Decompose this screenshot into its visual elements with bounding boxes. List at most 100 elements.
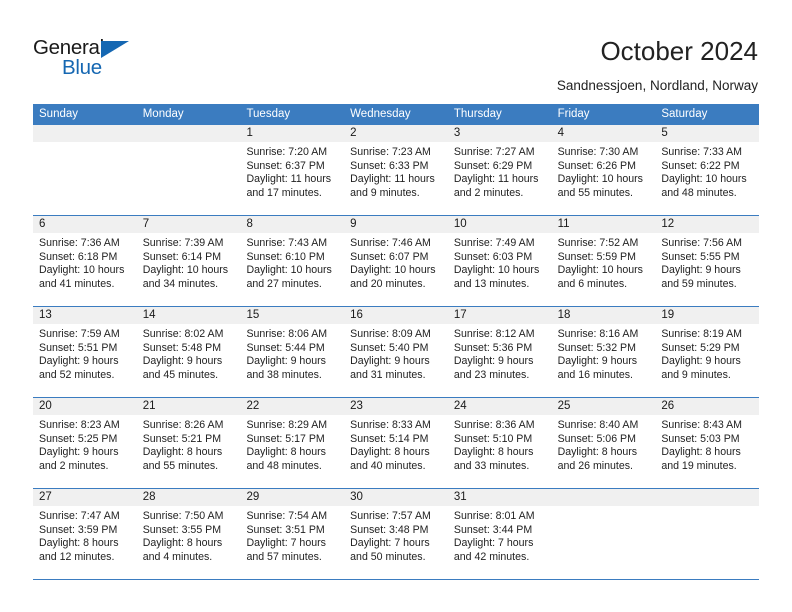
sunset-text: Sunset: 5:14 PM [350, 432, 429, 445]
day-cell[interactable]: Sunrise: 7:33 AM Sunset: 6:22 PM Daylight:… [655, 142, 759, 215]
day-cell[interactable]: Sunrise: 8:43 AM Sunset: 5:03 PM Daylight:… [655, 415, 759, 488]
day-cell[interactable]: Sunrise: 7:50 AM Sunset: 3:55 PM Daylight:… [137, 506, 241, 579]
sunrise-text: Sunrise: 7:57 AM [350, 510, 431, 522]
day-cell[interactable]: Sunrise: 8:12 AM Sunset: 5:36 PM Daylight:… [448, 324, 552, 397]
day-cell[interactable]: Sunrise: 7:36 AM Sunset: 6:18 PM Daylight:… [33, 233, 137, 306]
daylight-text: Daylight: 11 hours [453, 173, 539, 186]
daylight-text-cont: and 9 minutes. [661, 368, 731, 381]
day-cell[interactable]: Sunrise: 8:16 AM Sunset: 5:32 PM Daylight:… [552, 324, 656, 397]
day-number[interactable]: 1 [240, 125, 344, 142]
daylight-text-cont: and 40 minutes. [350, 459, 426, 472]
day-cell[interactable]: Sunrise: 8:36 AM Sunset: 5:10 PM Daylight:… [448, 415, 552, 488]
sunset-text: Sunset: 5:36 PM [453, 341, 533, 354]
day-cell[interactable]: Sunrise: 7:27 AM Sunset: 6:29 PM Daylight:… [448, 142, 552, 215]
day-cell[interactable]: Sunrise: 7:49 AM Sunset: 6:03 PM Daylight:… [448, 233, 552, 306]
day-number[interactable]: 4 [552, 125, 656, 142]
day-number[interactable]: 29 [240, 489, 344, 506]
day-number[interactable]: 10 [448, 216, 552, 233]
daylight-text: Daylight: 11 hours [350, 173, 435, 186]
day-number[interactable]: 8 [240, 216, 344, 233]
day-cell[interactable]: Sunrise: 8:29 AM Sunset: 5:17 PM Daylight:… [240, 415, 344, 488]
week-day-detail-row: Sunrise: 8:23 AM Sunset: 5:25 PM Daylight:… [33, 415, 759, 488]
sunset-text: Sunset: 3:48 PM [350, 523, 429, 536]
day-cell[interactable]: Sunrise: 8:33 AM Sunset: 5:14 PM Daylight:… [344, 415, 448, 488]
daylight-text-cont: and 52 minutes. [39, 368, 115, 381]
day-cell[interactable]: Sunrise: 8:06 AM Sunset: 5:44 PM Daylight:… [240, 324, 344, 397]
day-cell[interactable]: Sunrise: 7:47 AM Sunset: 3:59 PM Daylight:… [33, 506, 137, 579]
calendar-week-row: 1 2 3 4 5 Sunrise: 7:20 AM Sunset: 6:37 PM Dayl… [33, 125, 759, 216]
day-cell[interactable]: Sunrise: 7:54 AM Sunset: 3:51 PM Daylight:… [240, 506, 344, 579]
day-cell[interactable]: Sunrise: 7:56 AM Sunset: 5:55 PM Daylight:… [655, 233, 759, 306]
day-number[interactable]: 6 [33, 216, 137, 233]
daylight-text: Daylight: 9 hours [350, 355, 430, 368]
day-number[interactable]: 5 [655, 125, 759, 142]
day-number[interactable]: 14 [137, 307, 241, 324]
day-cell[interactable]: Sunrise: 7:46 AM Sunset: 6:07 PM Daylight:… [344, 233, 448, 306]
day-number[interactable]: 11 [552, 216, 656, 233]
day-number[interactable]: 30 [344, 489, 448, 506]
week-day-number-row: 6 7 8 9 10 11 12 [33, 216, 759, 233]
day-cell[interactable]: Sunrise: 7:43 AM Sunset: 6:10 PM Daylight:… [240, 233, 344, 306]
sunset-text: Sunset: 6:03 PM [453, 250, 533, 263]
day-cell-empty [655, 506, 759, 579]
day-number-empty [655, 489, 759, 506]
sunset-text: Sunset: 3:51 PM [246, 523, 325, 536]
day-number[interactable]: 20 [33, 398, 137, 415]
day-cell[interactable]: Sunrise: 8:01 AM Sunset: 3:44 PM Daylight:… [448, 506, 552, 579]
week-day-detail-row: Sunrise: 7:59 AM Sunset: 5:51 PM Daylight:… [33, 324, 759, 397]
day-number[interactable]: 25 [552, 398, 656, 415]
day-cell-empty [137, 142, 241, 215]
day-number[interactable]: 7 [137, 216, 241, 233]
sunset-text: Sunset: 5:32 PM [557, 341, 636, 354]
day-number[interactable]: 26 [655, 398, 759, 415]
daylight-text: Daylight: 7 hours [246, 537, 326, 550]
day-cell[interactable]: Sunrise: 7:52 AM Sunset: 5:59 PM Daylight:… [552, 233, 656, 306]
sunset-text: Sunset: 6:26 PM [557, 159, 636, 172]
day-number[interactable]: 2 [344, 125, 448, 142]
sunrise-text: Sunrise: 8:33 AM [350, 419, 431, 431]
day-number[interactable]: 3 [448, 125, 552, 142]
day-number[interactable]: 15 [240, 307, 344, 324]
day-number[interactable]: 28 [137, 489, 241, 506]
day-number[interactable]: 18 [552, 307, 656, 324]
day-cell[interactable]: Sunrise: 7:30 AM Sunset: 6:26 PM Daylight:… [552, 142, 656, 215]
day-cell[interactable]: Sunrise: 7:39 AM Sunset: 6:14 PM Daylight:… [137, 233, 241, 306]
sunrise-text: Sunrise: 8:12 AM [453, 328, 535, 340]
sunset-text: Sunset: 5:06 PM [557, 432, 636, 445]
day-number[interactable]: 17 [448, 307, 552, 324]
day-number[interactable]: 19 [655, 307, 759, 324]
daylight-text-cont: and 20 minutes. [350, 277, 426, 290]
day-cell[interactable]: Sunrise: 7:57 AM Sunset: 3:48 PM Daylight:… [344, 506, 448, 579]
sunrise-text: Sunrise: 8:09 AM [350, 328, 431, 340]
day-cell[interactable]: Sunrise: 7:59 AM Sunset: 5:51 PM Daylight:… [33, 324, 137, 397]
day-number[interactable]: 22 [240, 398, 344, 415]
day-number[interactable]: 23 [344, 398, 448, 415]
day-cell[interactable]: Sunrise: 8:23 AM Sunset: 5:25 PM Daylight:… [33, 415, 137, 488]
day-cell[interactable]: Sunrise: 8:40 AM Sunset: 5:06 PM Daylight:… [552, 415, 656, 488]
day-cell[interactable]: Sunrise: 8:09 AM Sunset: 5:40 PM Daylight:… [344, 324, 448, 397]
day-number[interactable]: 13 [33, 307, 137, 324]
day-cell[interactable]: Sunrise: 7:20 AM Sunset: 6:37 PM Daylight:… [240, 142, 344, 215]
daylight-text: Daylight: 9 hours [142, 355, 223, 368]
day-number[interactable]: 24 [448, 398, 552, 415]
day-number[interactable]: 27 [33, 489, 137, 506]
day-number[interactable]: 12 [655, 216, 759, 233]
daylight-text: Daylight: 9 hours [453, 355, 534, 368]
day-cell[interactable]: Sunrise: 7:23 AM Sunset: 6:33 PM Daylight:… [344, 142, 448, 215]
day-number[interactable]: 9 [344, 216, 448, 233]
sunset-text: Sunset: 5:55 PM [661, 250, 740, 263]
week-day-detail-row: Sunrise: 7:20 AM Sunset: 6:37 PM Daylight:… [33, 142, 759, 215]
daylight-text: Daylight: 10 hours [453, 264, 540, 277]
daylight-text: Daylight: 8 hours [557, 446, 638, 459]
day-number[interactable]: 31 [448, 489, 552, 506]
sunset-text: Sunset: 5:25 PM [39, 432, 118, 445]
day-number-empty [33, 125, 137, 142]
day-number[interactable]: 16 [344, 307, 448, 324]
page-title: October 2024 [600, 36, 758, 66]
day-cell[interactable]: Sunrise: 8:26 AM Sunset: 5:21 PM Daylight:… [137, 415, 241, 488]
day-cell[interactable]: Sunrise: 8:19 AM Sunset: 5:29 PM Daylight:… [655, 324, 759, 397]
day-cell[interactable]: Sunrise: 8:02 AM Sunset: 5:48 PM Daylight:… [137, 324, 241, 397]
sunrise-text: Sunrise: 7:47 AM [39, 510, 120, 522]
day-number[interactable]: 21 [137, 398, 241, 415]
general-blue-logo[interactable]: General Blue [33, 36, 163, 82]
